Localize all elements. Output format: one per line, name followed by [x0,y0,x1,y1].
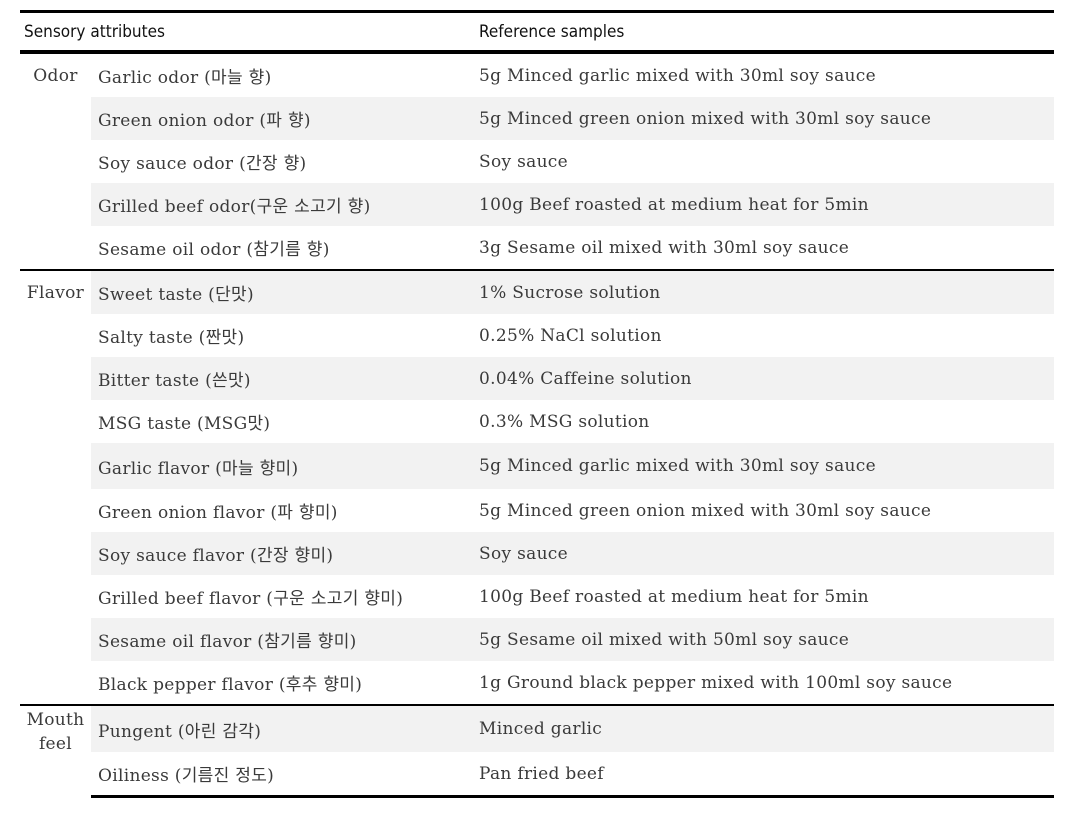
attribute-cell: Pungent (아린 감각) [91,704,471,752]
table-row: MSG taste (MSG맛) 0.3% MSG solution [20,400,1054,443]
reference-cell: 100g Beef roasted at medium heat for 5mi… [470,183,1055,226]
table-body: Odor Garlic odor (마늘 향) 5g Minced garlic… [20,52,1055,798]
table-row: Green onion flavor (파 향미) 5g Minced gree… [20,489,1054,532]
reference-cell: 0.04% Caffeine solution [470,357,1055,400]
reference-cell: Soy sauce [470,532,1055,575]
header-reference-samples: Reference samples [470,10,1055,54]
table-row: Oiliness (기름진 정도) Pan fried beef [20,752,1055,798]
reference-cell: 5g Minced green onion mixed with 30ml so… [470,97,1055,140]
attribute-cell: MSG taste (MSG맛) [98,414,271,434]
header-row: Sensory attributes Reference samples [20,10,1055,54]
attribute-cell: Garlic odor (마늘 향) [98,68,272,88]
reference-cell: 5g Minced green onion mixed with 30ml so… [479,500,932,521]
attribute-cell: Oiliness (기름진 정도) [91,752,471,798]
attribute-cell: Garlic flavor (마늘 향미) [91,443,471,489]
reference-cell: Minced garlic [470,704,1055,752]
attribute-cell: Green onion flavor (파 향미) [98,503,338,523]
table-row: Flavor Sweet taste (단맛) 1% Sucrose solut… [20,269,1055,705]
table-row: Soy sauce flavor (간장 향미) Soy sauce [20,532,1055,575]
header-sensory-attributes: Sensory attributes [20,10,471,54]
table-header: Sensory attributes Reference samples [20,10,1055,54]
category-mouthfeel: Mouth feel [20,704,91,797]
category-odor: Odor [20,52,91,270]
reference-cell: 1g Ground black pepper mixed with 100ml … [479,672,953,693]
table-row: Garlic flavor (마늘 향미) 5g Minced garlic m… [20,443,1055,489]
attribute-cell: Green onion odor (파 향) [91,97,471,140]
attribute-cell: Sesame oil odor (참기름 향) [98,240,330,260]
reference-cell: Pan fried beef [470,752,1055,798]
sensory-attributes-table-container: Sensory attributes Reference samples Odo… [20,10,1055,798]
attribute-cell: Soy sauce odor (간장 향) [98,154,307,174]
attribute-cell: Bitter taste (쓴맛) [91,357,471,400]
attribute-cell: Sesame oil flavor (참기름 향미) [91,618,471,661]
table-row: Bitter taste (쓴맛) 0.04% Caffeine solutio… [20,357,1055,400]
reference-cell: 3g Sesame oil mixed with 30ml soy sauce [479,237,850,258]
attribute-cell: Salty taste (짠맛) [98,328,245,348]
reference-cell: 5g Sesame oil mixed with 50ml soy sauce [470,618,1055,661]
sensory-attributes-table: Sensory attributes Reference samples Odo… [20,10,1055,798]
table-row: Black pepper flavor (후추 향미) 1g Ground bl… [20,661,1054,705]
reference-cell: 1% Sucrose solution [470,269,1055,314]
attribute-cell: Grilled beef odor(구운 소고기 향) [91,183,471,226]
table-row: Mouth feel Pungent (아린 감각) Minced garlic [20,704,1055,797]
table-row: Sesame oil odor (참기름 향) 3g Sesame oil mi… [20,226,1054,270]
table-row: Sesame oil flavor (참기름 향미) 5g Sesame oil… [20,618,1055,661]
reference-cell: 0.3% MSG solution [479,411,650,432]
attribute-cell: Sweet taste (단맛) [91,269,471,314]
attribute-cell: Black pepper flavor (후추 향미) [98,675,363,695]
table-row: Odor Garlic odor (마늘 향) 5g Minced garlic… [20,52,1054,270]
category-flavor: Flavor [20,269,91,705]
table-row: Green onion odor (파 향) 5g Minced green o… [20,97,1055,140]
table-row: Soy sauce odor (간장 향) Soy sauce [20,140,1054,183]
table-row: Salty taste (짠맛) 0.25% NaCl solution [20,314,1054,357]
reference-cell: 0.25% NaCl solution [479,325,662,346]
table-row: Grilled beef flavor (구운 소고기 향미) 100g Bee… [20,575,1054,618]
reference-cell: 100g Beef roasted at medium heat for 5mi… [479,586,869,607]
attribute-cell: Grilled beef flavor (구운 소고기 향미) [98,589,404,609]
category-mouthfeel-line-2: feel [38,734,73,754]
table-row: Grilled beef odor(구운 소고기 향) 100g Beef ro… [20,183,1055,226]
category-mouthfeel-line-1: Mouth [26,710,85,730]
reference-cell: 5g Minced garlic mixed with 30ml soy sau… [479,65,876,86]
reference-cell: 5g Minced garlic mixed with 30ml soy sau… [470,443,1055,489]
reference-cell: Soy sauce [479,151,568,172]
attribute-cell: Soy sauce flavor (간장 향미) [91,532,471,575]
